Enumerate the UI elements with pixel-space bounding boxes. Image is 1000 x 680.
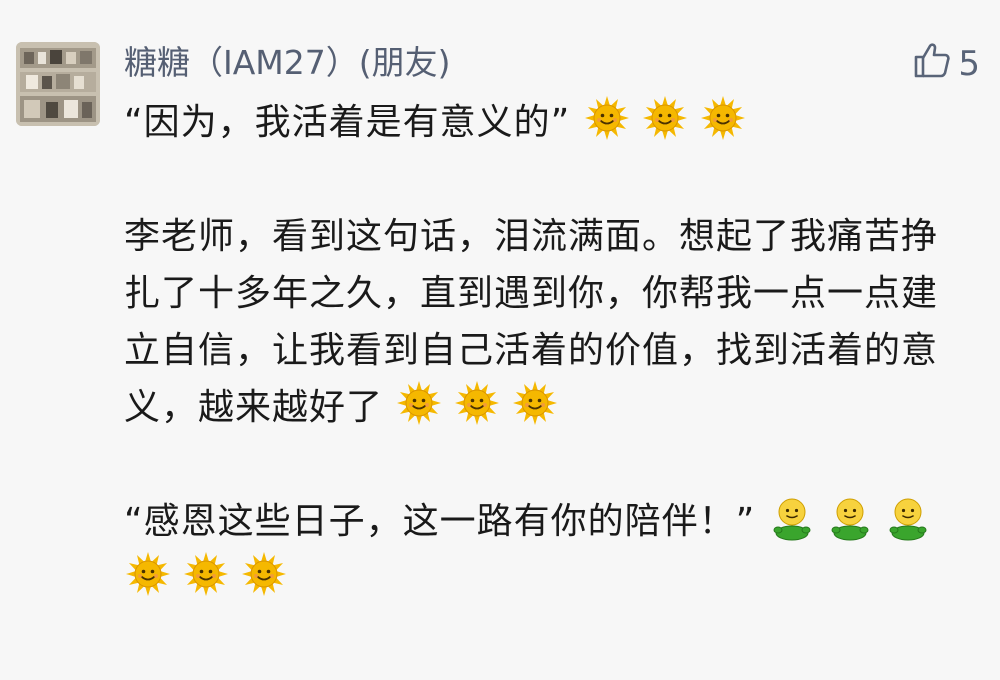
sun-icon — [511, 379, 559, 427]
comment-paragraph: “因为，我活着是有意义的” — [124, 94, 954, 151]
emoji-group — [395, 381, 569, 428]
like-count: 5 — [958, 44, 980, 84]
green-person-icon — [826, 493, 874, 541]
paragraph-text: “感恩这些日子，这一路有你的陪伴！” — [124, 501, 756, 542]
username[interactable]: 糖糖（IAM27）(朋友) — [124, 40, 451, 86]
comment-card: 糖糖（IAM27）(朋友) 5 “因为，我活着是有意义的” 李老师，看到这句话，… — [0, 0, 1000, 680]
sun-icon — [699, 94, 747, 142]
sun-icon — [124, 550, 172, 598]
avatar[interactable] — [16, 42, 100, 126]
comment-body: “因为，我活着是有意义的” 李老师，看到这句话，泪流满面。想起了我痛苦挣扎了十多… — [124, 94, 954, 607]
sun-icon — [583, 94, 631, 142]
like-button[interactable]: 5 — [912, 40, 980, 88]
sun-icon — [453, 379, 501, 427]
sun-icon — [641, 94, 689, 142]
emoji-group — [583, 96, 757, 143]
green-person-icon — [768, 493, 816, 541]
sun-icon — [395, 379, 443, 427]
green-person-icon — [884, 493, 932, 541]
comment-paragraph: 李老师，看到这句话，泪流满面。想起了我痛苦挣扎了十多年之久，直到遇到你，你帮我一… — [124, 208, 954, 436]
paragraph-text: “因为，我活着是有意义的” — [124, 102, 571, 143]
sun-icon — [182, 550, 230, 598]
thumbs-up-icon — [912, 40, 952, 89]
sun-icon — [240, 550, 288, 598]
comment-paragraph: “感恩这些日子，这一路有你的陪伴！” — [124, 493, 954, 607]
